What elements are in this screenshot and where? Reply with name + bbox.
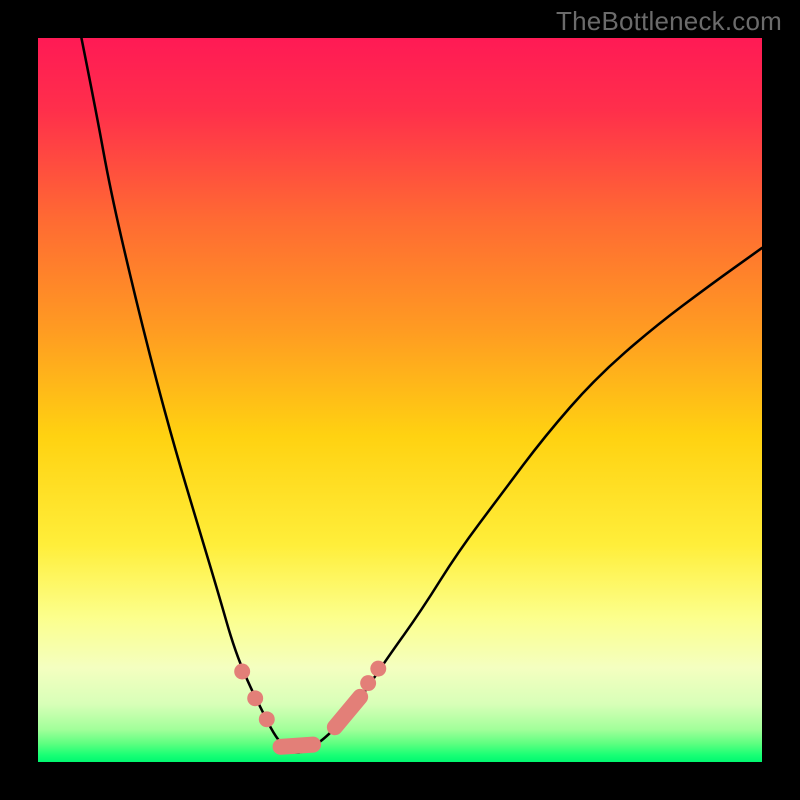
plot-area (38, 38, 762, 762)
marker-dot (259, 711, 275, 727)
marker-dot (234, 664, 250, 680)
marker-pill (335, 697, 360, 727)
marker-pill (281, 745, 314, 747)
marker-dot (360, 675, 376, 691)
chart-svg (38, 38, 762, 762)
marker-dot (370, 661, 386, 677)
bottleneck-curve (81, 38, 762, 753)
chart-frame: TheBottleneck.com (0, 0, 800, 800)
watermark-text: TheBottleneck.com (556, 6, 782, 37)
marker-dot (247, 690, 263, 706)
curve-markers (234, 661, 386, 747)
